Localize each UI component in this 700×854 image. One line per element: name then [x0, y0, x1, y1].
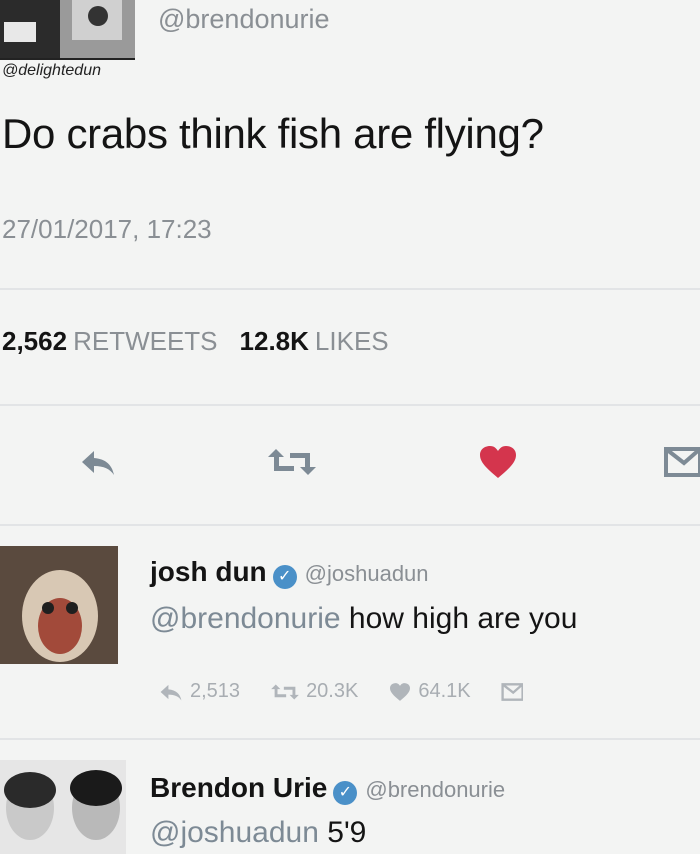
reply-like-count: 64.1K	[418, 680, 471, 702]
tweet-stats: 2,562 RETWEETS 12.8K LIKES	[2, 326, 389, 357]
reply-text: @brendonurie how high are you	[150, 602, 577, 636]
heart-icon	[480, 446, 516, 478]
divider	[0, 404, 700, 406]
reply-header: Brendon Urie ✓ @brendonurie	[150, 772, 505, 805]
verified-badge-icon: ✓	[272, 564, 297, 589]
reply-icon	[160, 684, 182, 700]
reply-icon	[82, 451, 114, 475]
avatar-photo	[0, 546, 118, 664]
reply-reply-button[interactable]: 2,513	[158, 680, 240, 703]
reply-dm-button[interactable]	[501, 682, 523, 702]
profile-avatar-strip[interactable]	[0, 0, 135, 60]
reply-author-handle[interactable]: @brendonurie	[365, 777, 505, 802]
avatar-caption-handle: @delightedun	[2, 62, 101, 79]
divider	[0, 288, 700, 290]
tweet-timestamp: 27/01/2017, 17:23	[2, 214, 212, 244]
reply-avatar[interactable]	[0, 546, 118, 664]
envelope-icon	[664, 447, 700, 477]
reply-avatar[interactable]	[0, 760, 126, 854]
reply-text: @joshuadun 5'9	[150, 816, 366, 850]
reply-author-name[interactable]: josh dun	[150, 556, 267, 587]
like-button[interactable]	[470, 440, 526, 484]
reply-retweet-button[interactable]: 20.3K	[270, 680, 358, 703]
retweets-count[interactable]: 2,562	[2, 326, 67, 356]
direct-message-button[interactable]	[664, 440, 700, 484]
reply-like-button[interactable]: 64.1K	[388, 680, 471, 703]
tweet-author-handle[interactable]: @brendonurie	[158, 4, 330, 35]
retweet-icon	[271, 684, 299, 699]
mention-link[interactable]: @brendonurie	[150, 602, 341, 635]
reply-body: how high are you	[348, 602, 578, 635]
reply-button[interactable]	[70, 440, 126, 484]
avatar-photo	[0, 760, 126, 854]
reply-author-handle[interactable]: @joshuadun	[305, 561, 429, 586]
tweet-text: Do crabs think fish are flying?	[2, 110, 544, 157]
retweet-icon	[268, 449, 316, 475]
divider	[0, 524, 700, 526]
verified-badge-icon: ✓	[333, 780, 358, 805]
likes-count[interactable]: 12.8K	[240, 326, 309, 356]
avatar-photo	[4, 0, 122, 42]
reply-retweet-count: 20.3K	[306, 680, 359, 702]
reply-action-bar: 2,513 20.3K 64.1K	[158, 680, 553, 703]
reply-header: josh dun ✓ @joshuadun	[150, 556, 429, 589]
reply-reply-count: 2,513	[190, 680, 241, 702]
divider	[0, 738, 700, 740]
retweets-label[interactable]: RETWEETS	[73, 326, 217, 356]
mention-link[interactable]: @joshuadun	[150, 816, 319, 849]
retweet-button[interactable]	[262, 440, 322, 484]
envelope-icon	[501, 682, 523, 701]
reply-author-name[interactable]: Brendon Urie	[150, 772, 327, 803]
heart-icon	[390, 682, 411, 701]
reply-body: 5'9	[327, 816, 367, 849]
likes-label[interactable]: LIKES	[315, 326, 389, 356]
